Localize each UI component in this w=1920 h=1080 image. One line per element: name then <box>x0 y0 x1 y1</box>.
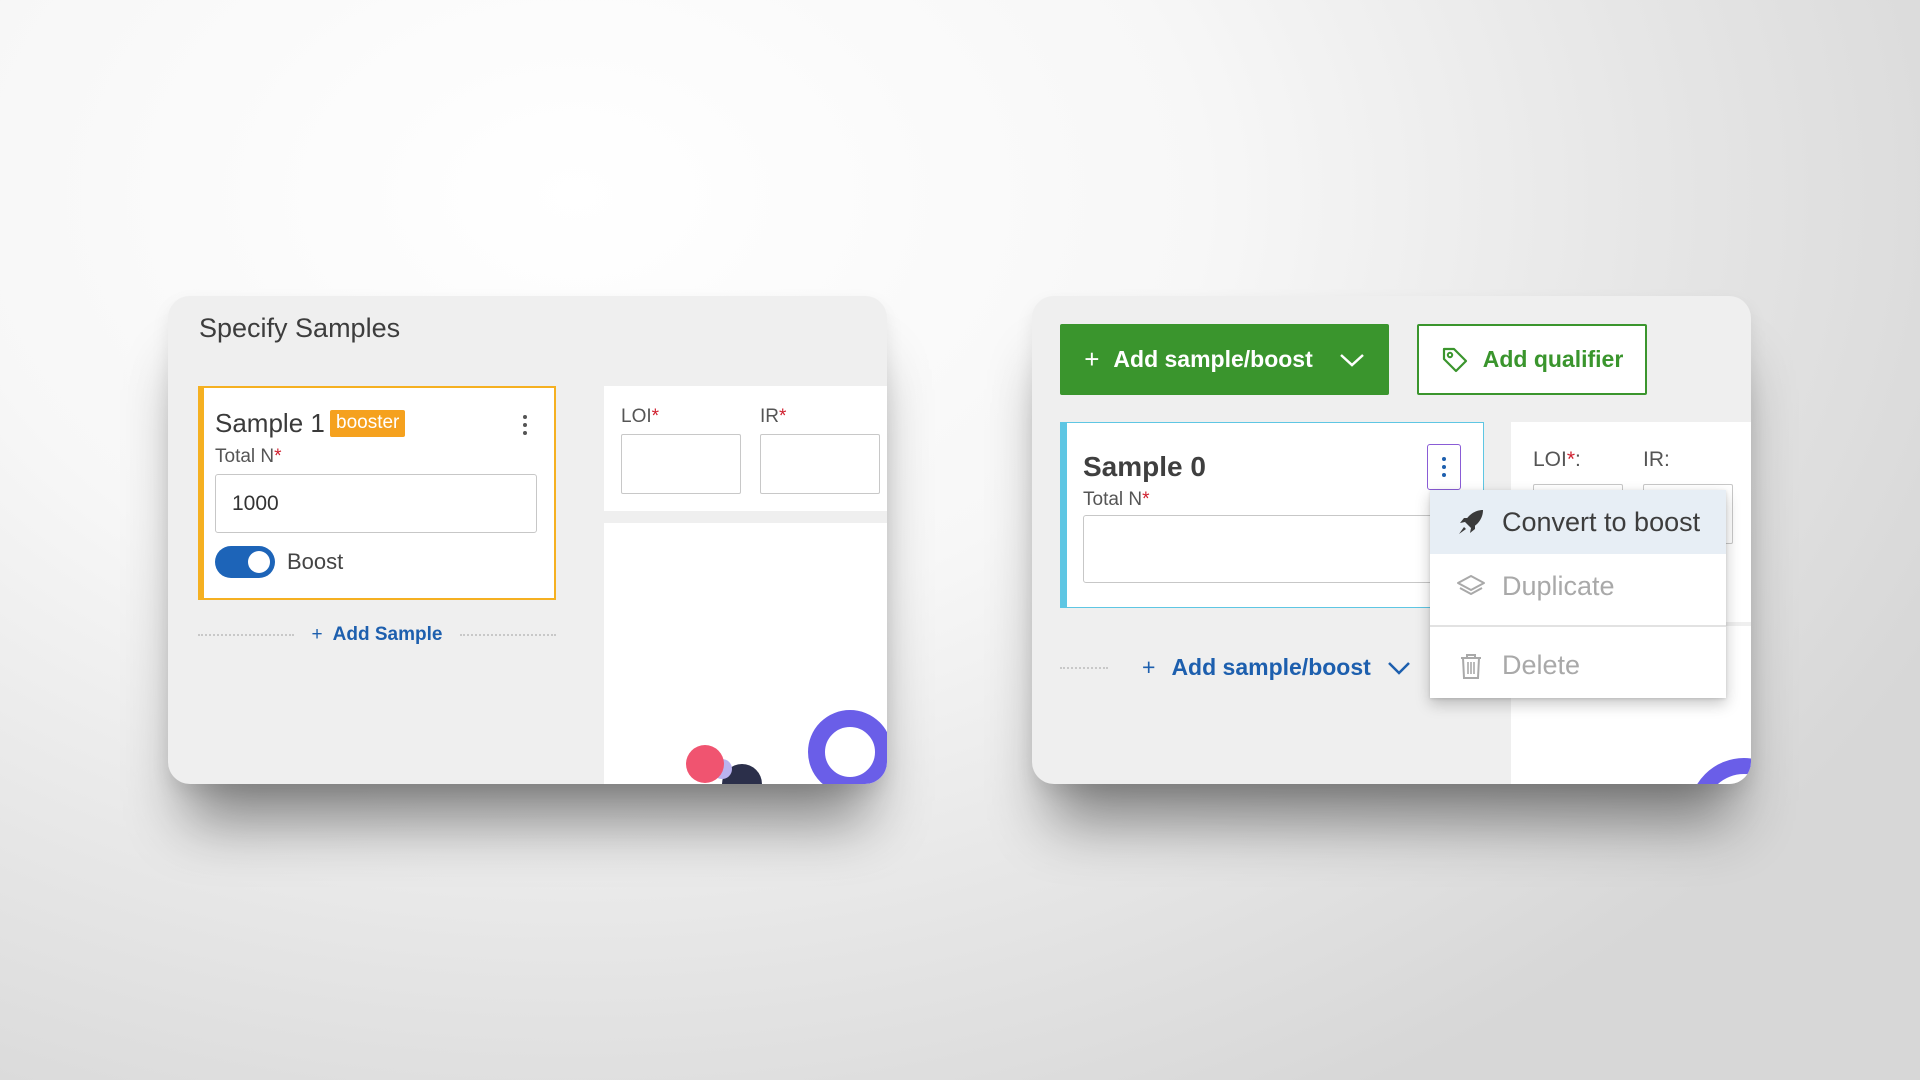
boost-toggle-label: Boost <box>287 549 344 574</box>
add-qualifier-label: Add qualifier <box>1482 346 1624 372</box>
decorative-dot <box>686 745 724 783</box>
ir-label: IR: <box>1643 448 1670 471</box>
ir-label: IR* <box>760 406 787 427</box>
menu-item-delete[interactable]: Delete <box>1430 634 1726 698</box>
plus-icon: + <box>1142 654 1156 680</box>
loi-label: LOI*: <box>1533 448 1581 471</box>
decorative-ring <box>808 710 887 784</box>
add-sample-row: + Add Sample <box>198 624 557 646</box>
menu-item-convert-to-boost[interactable]: Convert to boost <box>1430 490 1726 554</box>
specify-samples-panel: Specify Samples Sample 1 booster Total N… <box>168 296 887 784</box>
boost-toggle[interactable] <box>215 546 275 578</box>
divider <box>1060 666 1108 669</box>
chevron-down-icon <box>1387 661 1410 675</box>
sample-parameters: LOI* IR* <box>604 386 887 511</box>
more-options-icon[interactable] <box>512 408 538 442</box>
layers-icon <box>1456 571 1486 601</box>
trash-icon <box>1456 651 1486 681</box>
add-sample-boost-label: Add sample/boost <box>1113 346 1313 372</box>
sample-context-menu: Convert to boost Duplicate Delete <box>1430 490 1726 698</box>
total-n-label: Total N* <box>215 446 282 467</box>
menu-item-duplicate[interactable]: Duplicate <box>1430 554 1726 618</box>
loi-label: LOI* <box>621 406 660 427</box>
panel-title: Specify Samples <box>199 313 401 343</box>
menu-divider <box>1430 625 1726 627</box>
menu-item-label: Duplicate <box>1502 570 1615 601</box>
add-sample-label: Add Sample <box>332 624 443 645</box>
total-n-input[interactable] <box>1083 515 1483 583</box>
add-sample-boost-link[interactable]: + Add sample/boost <box>1142 654 1411 681</box>
total-n-label: Total N* <box>1083 489 1150 510</box>
add-sample-boost-label: Add sample/boost <box>1171 654 1371 680</box>
add-sample-link[interactable]: + Add Sample <box>312 624 443 646</box>
decorative-ring <box>1689 758 1751 784</box>
add-sample-boost-button[interactable]: + Add sample/boost <box>1060 324 1389 395</box>
sample-title: Sample 0 <box>1083 451 1206 482</box>
ir-input[interactable] <box>760 434 880 494</box>
rocket-icon <box>1456 507 1486 537</box>
sample-card: Sample 1 booster Total N* Boost <box>198 386 556 600</box>
loi-input[interactable] <box>621 434 741 494</box>
total-n-input[interactable] <box>215 474 537 533</box>
sample-title: Sample 1 <box>215 408 325 438</box>
plus-icon: + <box>311 624 323 645</box>
add-qualifier-button[interactable]: Add qualifier <box>1417 324 1647 395</box>
chevron-down-icon <box>1339 353 1364 367</box>
menu-item-label: Delete <box>1502 650 1581 680</box>
divider <box>460 634 557 636</box>
more-options-icon[interactable] <box>1427 444 1461 490</box>
add-sample-boost-row: + Add sample/boost <box>1060 654 1460 681</box>
illustration-area <box>604 523 887 784</box>
tag-icon <box>1442 347 1467 372</box>
sample-card: Sample 0 Total N* <box>1060 422 1484 608</box>
toggle-knob <box>248 551 270 573</box>
plus-icon: + <box>1084 344 1100 374</box>
menu-item-label: Convert to boost <box>1502 506 1701 537</box>
booster-badge: booster <box>330 410 406 437</box>
divider <box>198 634 294 636</box>
